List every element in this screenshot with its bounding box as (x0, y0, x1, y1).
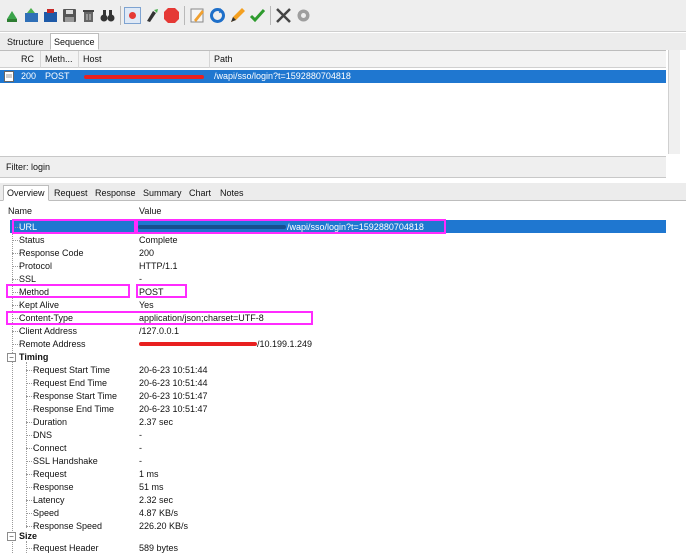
cell-host (80, 70, 83, 83)
prop-duration-label: Duration (33, 417, 68, 427)
save-icon[interactable] (61, 7, 78, 24)
prop-response-speed-label: Response Speed (33, 521, 103, 531)
toolbar-separator (270, 6, 271, 25)
prop-connect-value: - (139, 443, 142, 453)
settings-icon[interactable] (275, 7, 292, 24)
toolbar-separator (120, 6, 121, 25)
tab-response[interactable]: Response (91, 185, 140, 201)
prop-request-start-value: 20-6-23 10:51:44 (139, 365, 208, 375)
tab-notes[interactable]: Notes (216, 185, 248, 201)
refresh-icon[interactable] (209, 7, 226, 24)
pencil-icon[interactable] (229, 7, 246, 24)
prop-status-label: Status (19, 235, 45, 245)
prop-protocol-label: Protocol (19, 261, 53, 271)
highlight-box (12, 219, 136, 234)
filter-bar: Filter: (0, 156, 666, 178)
prop-client-address-label: Client Address (19, 326, 78, 336)
sequence-table: RC Meth... Host Path 200 POST /wapi/sso/… (0, 50, 666, 154)
tab-overview[interactable]: Overview (3, 185, 49, 201)
tab-sequence[interactable]: Sequence (50, 33, 99, 50)
prop-request-value: 1 ms (139, 469, 159, 479)
prop-dns-label: DNS (33, 430, 53, 440)
group-timing-label[interactable]: Timing (19, 351, 48, 364)
prop-ssl-handshake-value: - (139, 456, 142, 466)
detail-table-header: Name Value (0, 204, 666, 218)
validate-icon[interactable] (249, 7, 266, 24)
prop-duration-value: 2.37 sec (139, 417, 174, 427)
highlight-box (136, 284, 187, 298)
trash-icon[interactable] (80, 7, 97, 24)
table-header: RC Meth... Host Path (0, 51, 666, 68)
column-header-host[interactable]: Host (79, 51, 210, 68)
prop-response-start-label: Response Start Time (33, 391, 118, 401)
redaction-mark (84, 75, 204, 79)
tab-chart[interactable]: Chart (185, 185, 215, 201)
tab-structure[interactable]: Structure (3, 33, 48, 50)
prop-protocol-value: HTTP/1.1 (139, 261, 178, 271)
filter-input[interactable] (31, 160, 331, 174)
clear-icon[interactable] (4, 7, 21, 24)
tab-summary[interactable]: Summary (139, 185, 186, 201)
record-icon[interactable] (124, 7, 141, 24)
column-header-name: Name (8, 206, 33, 216)
prop-speed-label: Speed (33, 508, 60, 518)
prop-response-code-value: 200 (139, 248, 155, 258)
detail-tabs: Overview Request Response Summary Chart … (0, 183, 686, 201)
toolbar (0, 0, 686, 32)
highlight-box (136, 219, 446, 234)
broom-icon[interactable] (144, 7, 161, 24)
prop-response-end-value: 20-6-23 10:51:47 (139, 404, 208, 414)
document-icon (4, 71, 14, 82)
tab-request[interactable]: Request (50, 185, 92, 201)
prop-request-end-value: 20-6-23 10:51:44 (139, 378, 208, 388)
table-row[interactable]: 200 POST /wapi/sso/login?t=1592880704818 (0, 70, 666, 83)
tree-guide (12, 226, 13, 553)
prop-request-start-label: Request Start Time (33, 365, 111, 375)
prop-remote-address-value: /10.199.1.249 (257, 339, 313, 349)
highlight-box (6, 311, 313, 325)
prop-response-code-label: Response Code (19, 248, 84, 258)
toolbar-separator (184, 6, 185, 25)
column-header-method[interactable]: Meth... (41, 51, 79, 68)
prop-latency-label: Latency (33, 495, 65, 505)
prop-ssl-handshake-label: SSL Handshake (33, 456, 98, 466)
prop-latency-value: 2.32 sec (139, 495, 174, 505)
prop-dns-value: - (139, 430, 142, 440)
cell-method: POST (45, 71, 70, 81)
stop-icon[interactable] (163, 7, 180, 24)
prop-request-header-value: 589 bytes (139, 543, 179, 553)
import-icon[interactable] (23, 7, 40, 24)
prop-request-end-label: Request End Time (33, 378, 108, 388)
redaction-mark (139, 342, 257, 346)
prop-response-start-value: 20-6-23 10:51:47 (139, 391, 208, 401)
prop-connect-label: Connect (33, 443, 67, 453)
collapse-timing-icon[interactable]: − (7, 353, 16, 362)
column-header-rc[interactable]: RC (17, 51, 41, 68)
highlight-box (6, 284, 130, 298)
gear-icon[interactable] (295, 7, 312, 24)
cell-rc: 200 (21, 71, 37, 81)
column-header-value: Value (139, 206, 162, 216)
prop-remote-address-label: Remote Address (19, 339, 86, 349)
view-tabs: Structure Sequence (0, 33, 686, 50)
prop-response-speed-value: 226.20 KB/s (139, 521, 189, 531)
prop-response-value: 51 ms (139, 482, 164, 492)
prop-client-address-value: /127.0.0.1 (139, 326, 180, 336)
edit-icon[interactable] (189, 7, 206, 24)
binoculars-icon[interactable] (99, 7, 116, 24)
filter-label: Filter: (6, 162, 29, 172)
tools-icon[interactable] (42, 7, 59, 24)
prop-speed-value: 4.87 KB/s (139, 508, 179, 518)
prop-status-value: Complete (139, 235, 178, 245)
prop-request-label: Request (33, 469, 67, 479)
cell-path: /wapi/sso/login?t=1592880704818 (214, 71, 351, 81)
vertical-scrollbar[interactable] (668, 50, 680, 154)
prop-response-label: Response (33, 482, 74, 492)
prop-response-end-label: Response End Time (33, 404, 115, 414)
tree-guide (26, 362, 27, 528)
prop-request-header-label: Request Header (33, 543, 99, 553)
collapse-size-icon[interactable]: − (7, 532, 16, 541)
column-header-path[interactable]: Path (210, 51, 666, 68)
